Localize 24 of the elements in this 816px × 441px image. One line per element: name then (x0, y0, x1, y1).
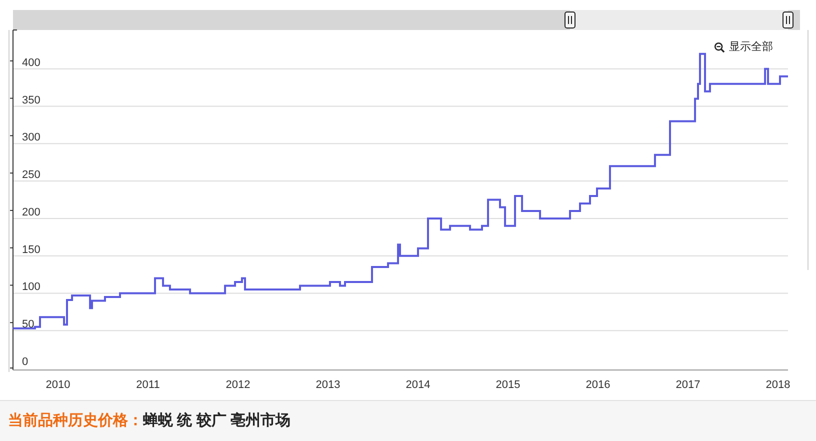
y-tick-label: 100 (22, 281, 40, 294)
y-tick-label: 400 (22, 56, 40, 69)
x-tick-label: 2014 (406, 379, 430, 391)
y-tick-label: 50 (22, 318, 34, 331)
zoom-out-icon (714, 42, 725, 53)
navigator-handle[interactable] (782, 12, 794, 28)
y-tick-label: 0 (22, 356, 28, 368)
x-tick-label: 2013 (316, 379, 340, 391)
y-tick-label: 150 (22, 244, 40, 256)
caption-label: 当前品种历史价格： (8, 410, 143, 431)
y-tick-label: 350 (22, 94, 40, 106)
x-tick-label: 2018 (766, 379, 790, 391)
y-tick-label: 300 (22, 132, 40, 144)
y-tick-label: 250 (22, 169, 40, 182)
x-tick-label: 2016 (586, 379, 610, 391)
x-tick-label: 2011 (136, 379, 160, 391)
x-tick-label: 2010 (46, 379, 70, 391)
x-tick-label: 2015 (496, 379, 520, 391)
x-tick-label: 2017 (676, 379, 700, 391)
reset-zoom-button[interactable]: 显示全部 (710, 39, 777, 56)
x-tick-label: 2012 (226, 379, 250, 391)
navigator-handle[interactable] (564, 12, 576, 28)
caption-value: 蝉蜕 统 较广 亳州市场 (143, 410, 291, 431)
y-tick-label: 200 (22, 206, 40, 218)
